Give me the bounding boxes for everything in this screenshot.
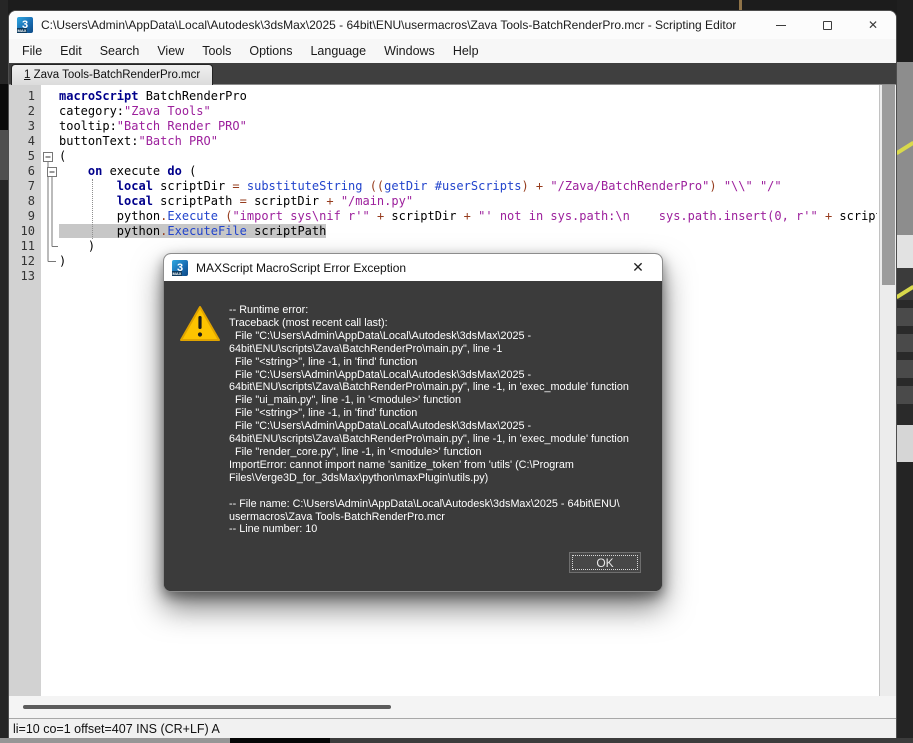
dialog-icon-max-label: MAX xyxy=(172,270,182,276)
menu-item-language[interactable]: Language xyxy=(301,41,375,61)
line-number: 8 xyxy=(27,194,35,208)
dialog-close-button[interactable]: ✕ xyxy=(624,254,652,281)
code-line[interactable]: category:"Zava Tools" xyxy=(59,104,877,119)
fold-margin xyxy=(41,85,59,696)
close-icon: ✕ xyxy=(867,18,879,32)
code-line[interactable]: local scriptDir = substituteString ((get… xyxy=(59,179,877,194)
warning-icon xyxy=(180,306,220,341)
code-line[interactable]: tooltip:"Batch Render PRO" xyxy=(59,119,877,134)
horizontal-scrollbar-thumb[interactable] xyxy=(23,705,391,709)
error-message-line: -- Runtime error: xyxy=(229,304,309,316)
error-message-line: File "C:\Users\Admin\AppData\Local\Autod… xyxy=(229,420,532,433)
code-line[interactable]: on execute do ( xyxy=(59,164,877,179)
line-number: 9 xyxy=(27,209,35,223)
background-bottom-strip xyxy=(230,738,330,743)
current-line-highlight: python.ExecuteFile scriptPath xyxy=(59,224,327,238)
line-number: 3 xyxy=(27,119,35,133)
vertical-scrollbar-thumb[interactable] xyxy=(882,85,895,285)
background-right-strip xyxy=(895,0,913,743)
tab-zava-tools-batchrenderpro[interactable]: 1 Zava Tools-BatchRenderPro.mcr xyxy=(11,64,214,85)
line-number: 1 xyxy=(27,89,35,103)
menu-item-file[interactable]: File xyxy=(13,41,51,61)
background-bottom-strip xyxy=(330,738,913,743)
menu-item-windows[interactable]: Windows xyxy=(375,41,444,61)
3dsmax-dialog-icon: 3 MAX xyxy=(172,259,188,276)
line-number: 13 xyxy=(20,269,35,283)
error-message-line xyxy=(229,485,652,498)
gutter: 1 2 3 4 5 6 7 8 9 10 11 12 13 xyxy=(9,85,41,696)
error-message-line: Traceback (most recent call last): xyxy=(229,316,388,329)
error-message-line: File "C:\Users\Admin\AppData\Local\Autod… xyxy=(229,368,532,381)
menu-item-search[interactable]: Search xyxy=(91,41,149,61)
minimize-button[interactable] xyxy=(758,11,804,39)
tab-label: Zava Tools-BatchRenderPro.mcr xyxy=(30,69,201,81)
maximize-icon xyxy=(822,20,832,30)
maximize-button[interactable] xyxy=(804,11,850,39)
code-line[interactable]: ( xyxy=(59,149,877,164)
menu-item-view[interactable]: View xyxy=(148,41,193,61)
error-message-line: File "<string>", line -1, in 'find' func… xyxy=(229,407,418,420)
status-text: li=10 co=1 offset=407 INS (CR+LF) A xyxy=(13,722,220,736)
error-message-line: File "ui_main.py", line -1, in '<module>… xyxy=(229,394,462,407)
title-bar: 3 MAX C:\Users\Admin\AppData\Local\Autod… xyxy=(9,11,896,39)
app-icon-max-label: MAX xyxy=(17,28,27,33)
error-message-line: 64bit\ENU\scripts\Zava\BatchRenderPro\ma… xyxy=(229,342,503,355)
background-left-strip xyxy=(0,0,8,743)
line-number: 12 xyxy=(20,254,35,268)
error-message-line: ImportError: cannot import name 'sanitiz… xyxy=(229,458,574,471)
menu-item-tools[interactable]: Tools xyxy=(193,41,240,61)
line-number: 7 xyxy=(27,179,35,193)
menu-item-options[interactable]: Options xyxy=(240,41,301,61)
line-number: 10 xyxy=(20,224,35,238)
ok-button[interactable]: OK xyxy=(569,552,641,573)
editor-right-edge xyxy=(896,85,897,696)
error-message-line: 64bit\ENU\scripts\Zava\BatchRenderPro\ma… xyxy=(229,433,629,446)
error-message-line: -- Line number: 10 xyxy=(229,523,318,536)
minimize-icon xyxy=(776,24,786,26)
code-line[interactable]: ) xyxy=(59,239,877,254)
error-message-line: File "<string>", line -1, in 'find' func… xyxy=(229,355,418,368)
vertical-scrollbar[interactable] xyxy=(879,85,896,696)
line-number: 2 xyxy=(27,104,35,118)
menubar: File Edit Search View Tools Options Language Wi… xyxy=(9,39,896,63)
dialog-body: -- Runtime error: Traceback (most recent … xyxy=(164,281,662,591)
status-bar: li=10 co=1 offset=407 INS (CR+LF) A xyxy=(9,718,896,738)
horizontal-scrollbar[interactable] xyxy=(9,696,896,718)
maxscript-error-dialog: 3 MAX MAXScript MacroScript Error Except… xyxy=(163,253,663,592)
background-top-mark xyxy=(739,0,742,10)
error-message-line: File "C:\Users\Admin\AppData\Local\Autod… xyxy=(229,329,532,342)
error-message-line: usermacros\Zava Tools-BatchRenderPro.mcr xyxy=(229,510,445,523)
code-line[interactable]: local scriptPath = scriptDir + "/main.py… xyxy=(59,194,877,209)
code-line[interactable]: python.ExecuteFile scriptPath xyxy=(59,224,877,239)
dialog-title-bar: 3 MAX MAXScript MacroScript Error Except… xyxy=(164,254,662,281)
code-line[interactable]: buttonText:"Batch PRO" xyxy=(59,134,877,149)
error-message-line: Files\Verge3D_for_3dsMax\python\maxPlugi… xyxy=(229,471,489,484)
indent-guide xyxy=(92,179,93,239)
line-number: 11 xyxy=(20,239,35,253)
background-bottom-strip xyxy=(0,738,230,743)
dialog-title: MAXScript MacroScript Error Exception xyxy=(196,260,407,275)
error-message-line: -- File name: C:\Users\Admin\AppData\Loc… xyxy=(229,497,620,510)
tab-bar: 1 Zava Tools-BatchRenderPro.mcr xyxy=(9,63,896,85)
menu-item-help[interactable]: Help xyxy=(444,41,488,61)
3dsmax-app-icon: 3 MAX xyxy=(17,17,33,33)
dialog-close-icon: ✕ xyxy=(632,259,644,275)
line-number: 5 xyxy=(27,149,35,163)
window-controls: ✕ xyxy=(758,11,896,39)
line-number: 4 xyxy=(27,134,35,148)
close-button[interactable]: ✕ xyxy=(850,11,896,39)
line-number: 6 xyxy=(27,164,35,178)
error-message: -- Runtime error: Traceback (most recent … xyxy=(229,304,652,536)
error-message-line: File "render_core.py", line -1, in '<mod… xyxy=(229,445,482,458)
error-message-line: 64bit\ENU\scripts\Zava\BatchRenderPro\ma… xyxy=(229,381,629,394)
menu-item-edit[interactable]: Edit xyxy=(51,41,91,61)
code-line[interactable]: macroScript BatchRenderPro xyxy=(59,89,877,104)
window-title: C:\Users\Admin\AppData\Local\Autodesk\3d… xyxy=(41,18,737,32)
code-line[interactable]: python.Execute ("import sys\nif r'" + sc… xyxy=(59,209,877,224)
